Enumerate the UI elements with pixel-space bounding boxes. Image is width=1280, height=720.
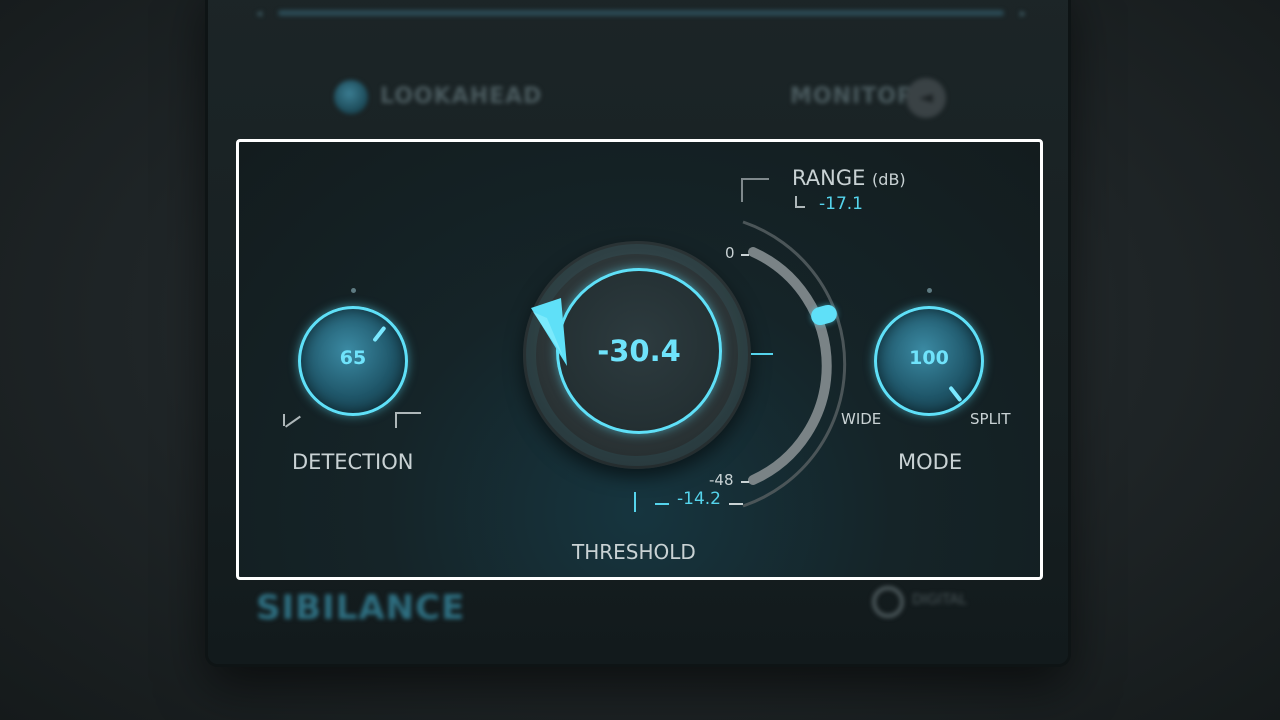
brand-logo-text: DIGITAL — [912, 592, 967, 608]
gr-readout-right-tick — [729, 503, 743, 505]
mode-split-label: SPLIT — [970, 410, 1011, 428]
range-value[interactable]: -17.1 — [819, 194, 863, 214]
product-logo: SIBILANCE — [256, 588, 466, 628]
scale-top-label: 0 — [725, 244, 735, 262]
detection-knob-pointer — [372, 325, 387, 343]
scale-bottom-tick — [741, 481, 749, 483]
step-down-icon — [283, 414, 303, 428]
step-up-icon — [395, 412, 421, 428]
monitor-label: MONITOR — [790, 84, 915, 109]
detection-value: 65 — [339, 347, 367, 369]
top-scrollbar[interactable]: ◂ ▸ — [256, 6, 1026, 20]
range-corner-icon — [795, 196, 805, 208]
lookahead-label: LOOKAHEAD — [380, 84, 543, 109]
range-title: RANGE — [792, 166, 866, 190]
scrollbar-thumb[interactable] — [278, 10, 1004, 16]
range-unit: (dB) — [872, 170, 906, 189]
mode-knob[interactable]: 100 — [874, 306, 984, 416]
scale-bottom-label: -48 — [709, 471, 734, 489]
threshold-value: -30.4 — [597, 334, 681, 368]
gr-readout-left-tick — [655, 503, 669, 505]
control-panel: 65 DETECTION -30.4 THRESHOLD 0 -48 -14.2… — [236, 139, 1043, 580]
scroll-right-icon[interactable]: ▸ — [1020, 6, 1026, 20]
speaker-icon: ◄ — [919, 87, 933, 108]
mode-indicator-dot — [927, 288, 932, 293]
detection-label: DETECTION — [292, 450, 414, 474]
mode-wide-label: WIDE — [841, 410, 882, 428]
mode-value: 100 — [909, 347, 949, 369]
detection-indicator-dot — [351, 288, 356, 293]
threshold-label: THRESHOLD — [572, 540, 696, 564]
range-bracket-icon — [741, 178, 769, 202]
range-label: RANGE (dB) — [792, 166, 906, 190]
mode-knob-pointer — [948, 385, 963, 403]
scroll-left-icon[interactable]: ◂ — [256, 6, 262, 20]
lookahead-toggle[interactable] — [334, 80, 368, 114]
brand-logo-icon — [872, 586, 904, 618]
mode-label: MODE — [898, 450, 963, 474]
detection-knob[interactable]: 65 — [298, 306, 408, 416]
threshold-meter[interactable] — [729, 212, 849, 512]
gain-reduction-readout: -14.2 — [677, 489, 721, 509]
gr-marker — [634, 492, 636, 512]
monitor-button[interactable]: ◄ — [906, 78, 946, 118]
scale-top-tick — [741, 254, 749, 256]
